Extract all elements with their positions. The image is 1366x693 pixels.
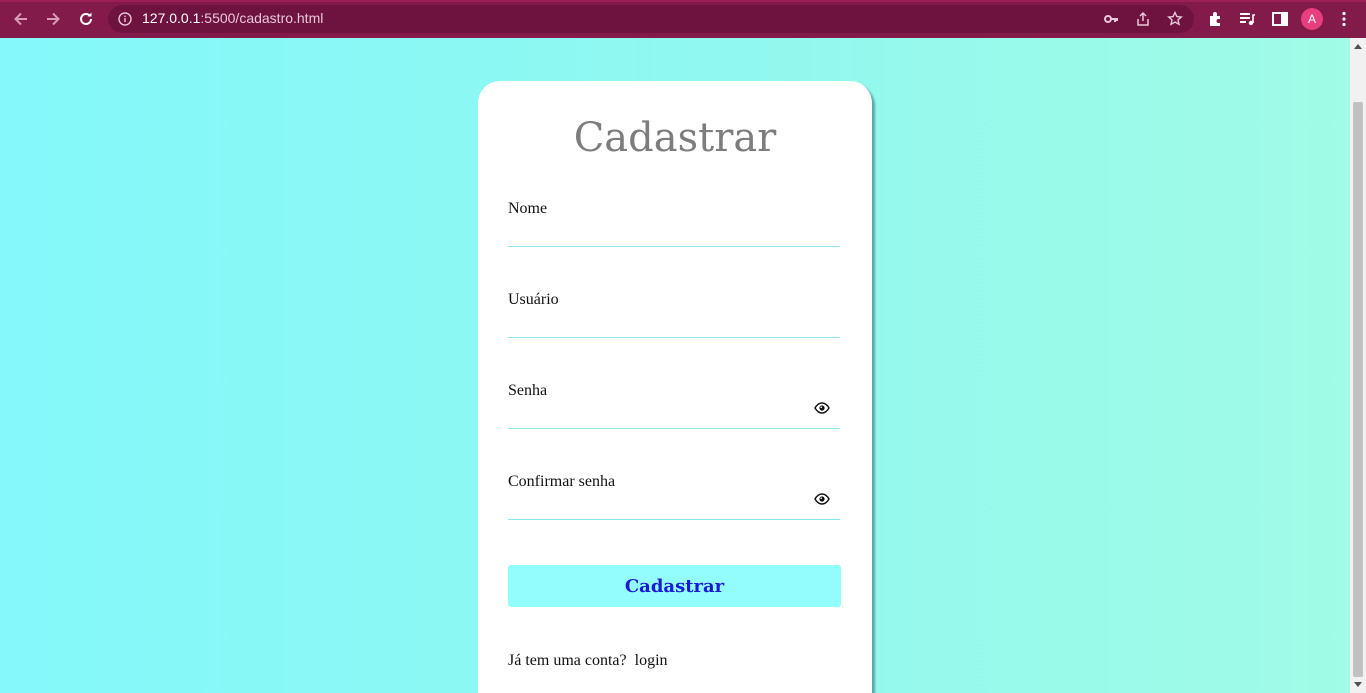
key-icon[interactable] xyxy=(1103,11,1119,27)
arrow-left-icon xyxy=(14,12,27,26)
address-bar[interactable]: 127.0.0.1:5500/cadastro.html xyxy=(108,5,1194,33)
page-title: Cadastrar xyxy=(573,115,777,161)
page-scrollbar[interactable] xyxy=(1350,38,1366,693)
page-viewport: Cadastrar Nome Usuário Senha Confirmar s… xyxy=(0,38,1350,693)
url-path: :5500/cadastro.html xyxy=(200,10,324,26)
username-label: Usuário xyxy=(508,291,559,308)
reload-icon xyxy=(80,12,92,25)
media-control-icon[interactable] xyxy=(1238,10,1256,28)
url-text[interactable]: 127.0.0.1:5500/cadastro.html xyxy=(142,10,323,26)
profile-avatar[interactable]: A xyxy=(1301,8,1323,30)
username-input[interactable] xyxy=(508,313,840,338)
forward-button[interactable] xyxy=(40,6,66,32)
confirm-password-label: Confirmar senha xyxy=(508,473,616,490)
back-button[interactable] xyxy=(8,6,34,32)
name-label: Nome xyxy=(508,200,548,217)
password-field: Senha xyxy=(508,382,840,442)
name-input[interactable] xyxy=(508,222,840,247)
confirm-password-field: Confirmar senha xyxy=(508,473,840,533)
scroll-down-arrow-icon[interactable] xyxy=(1354,682,1362,687)
login-link[interactable]: login xyxy=(635,652,668,669)
scroll-thumb[interactable] xyxy=(1353,102,1363,677)
confirm-password-input[interactable] xyxy=(508,495,840,520)
scroll-up-arrow-icon[interactable] xyxy=(1354,44,1362,49)
browser-toolbar: 127.0.0.1:5500/cadastro.html A xyxy=(0,0,1366,38)
login-prompt: Já tem uma conta? login xyxy=(508,652,668,670)
arrow-right-icon xyxy=(47,12,60,26)
password-input[interactable] xyxy=(508,404,840,429)
eye-icon[interactable] xyxy=(814,402,830,414)
extensions-icon[interactable] xyxy=(1207,10,1225,28)
signup-card: Cadastrar Nome Usuário Senha Confirmar s… xyxy=(478,81,872,693)
info-icon[interactable] xyxy=(118,12,132,26)
password-label: Senha xyxy=(508,382,548,399)
eye-icon[interactable] xyxy=(814,493,830,505)
login-prompt-text: Já tem uma conta? xyxy=(508,652,627,669)
name-field: Nome xyxy=(508,200,840,260)
share-icon[interactable] xyxy=(1135,11,1151,27)
star-icon[interactable] xyxy=(1167,11,1183,27)
username-field: Usuário xyxy=(508,291,840,351)
side-panel-icon[interactable] xyxy=(1271,10,1289,28)
tab-strip-edge xyxy=(0,0,1366,2)
url-host: 127.0.0.1 xyxy=(142,10,201,26)
menu-kebab-icon[interactable] xyxy=(1335,10,1353,28)
signup-submit-button[interactable]: Cadastrar xyxy=(508,565,841,607)
reload-button[interactable] xyxy=(73,6,99,32)
